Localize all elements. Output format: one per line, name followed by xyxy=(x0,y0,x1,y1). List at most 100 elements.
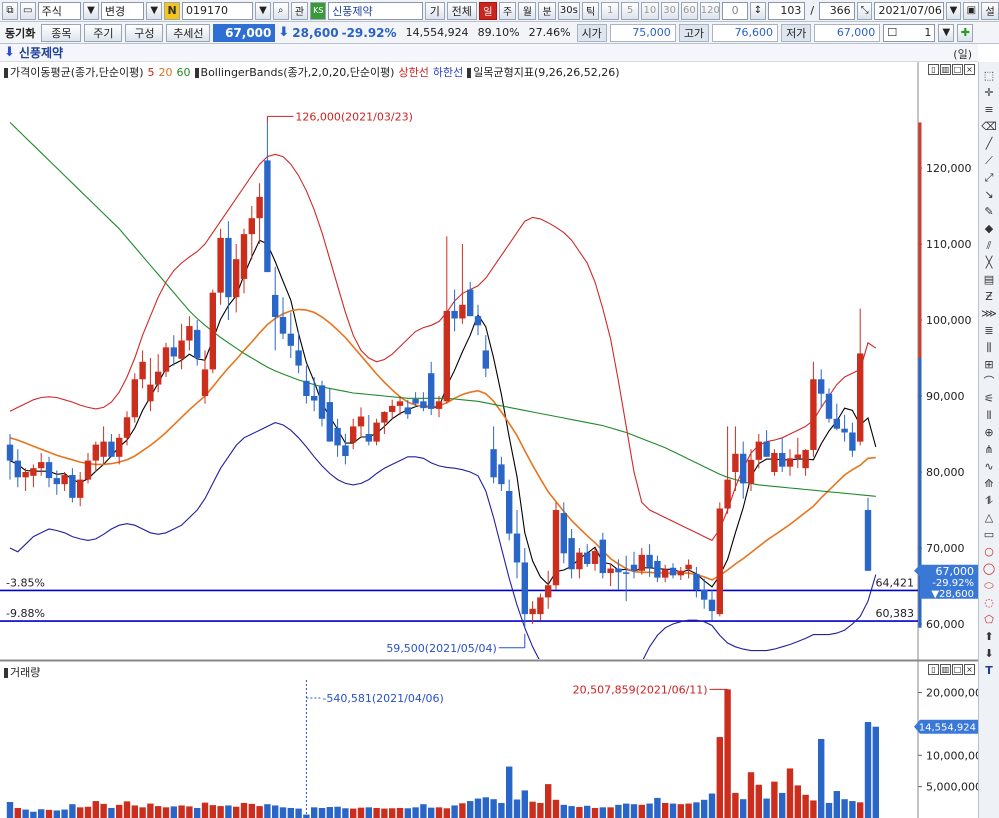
ma60-legend[interactable]: 60 xyxy=(177,66,191,79)
ma5-legend[interactable]: 5 xyxy=(148,66,155,79)
wave-icon[interactable]: ∿ xyxy=(981,459,997,474)
sync-label[interactable]: 동기화 xyxy=(2,25,38,41)
fibonacci-icon[interactable]: ⋙ xyxy=(981,306,997,321)
zoom-icon[interactable]: ⤡ xyxy=(856,1,873,20)
rectangle-icon[interactable]: ▤ xyxy=(981,272,997,287)
pane-split-icon[interactable]: ▥ xyxy=(940,64,951,75)
zigzag-icon[interactable]: Ƶ xyxy=(981,289,997,304)
eraser-icon[interactable]: ⌫ xyxy=(981,119,997,134)
pane-close-icon[interactable]: × xyxy=(964,64,975,75)
bb-legend[interactable]: BollingerBands(종가,2,0,20,단순이평) xyxy=(194,64,394,80)
ma20-legend[interactable]: 20 xyxy=(159,66,173,79)
checkbox-icon[interactable]: ☐ xyxy=(887,26,897,39)
add-icon[interactable]: ✚ xyxy=(957,23,974,42)
gi-button[interactable]: 기 xyxy=(424,1,445,20)
settings-button[interactable]: 설 xyxy=(981,1,999,20)
period-week[interactable]: 주 xyxy=(498,1,517,20)
round-icon[interactable]: ◌ xyxy=(981,595,997,610)
channel-icon[interactable]: ╳ xyxy=(981,255,997,270)
fib-retracement-icon[interactable]: ≣ xyxy=(981,323,997,338)
change-select[interactable]: 변경 xyxy=(100,1,145,20)
candle-body xyxy=(693,573,700,590)
period-day[interactable]: 일 xyxy=(478,1,497,20)
minute-60[interactable]: 60 xyxy=(680,1,699,20)
fib-fan-icon[interactable]: ⫼ xyxy=(981,340,997,355)
window-menu-icon[interactable]: ⧉ xyxy=(2,1,18,20)
oval-icon[interactable]: ⬭ xyxy=(981,578,997,593)
date-input[interactable]: 2021/07/06 xyxy=(874,1,944,20)
andrews-icon[interactable]: ⋔ xyxy=(981,442,997,457)
save-icon[interactable]: ▣ xyxy=(963,1,980,20)
parallel-icon[interactable]: ⫽ xyxy=(981,238,997,253)
pane-close-icon[interactable]: × xyxy=(964,664,975,675)
price-chart[interactable]: 60,000 70,000 80,000 90,000 100,000 110,000 12… xyxy=(0,62,978,818)
rect-draw-icon[interactable]: ▭ xyxy=(981,527,997,542)
period-tick[interactable]: 틱 xyxy=(581,1,600,20)
projection-icon[interactable]: ⟰ xyxy=(981,476,997,491)
polygon-icon[interactable]: ⬠ xyxy=(981,612,997,627)
bb-lower-legend[interactable]: 하한선 xyxy=(433,64,463,80)
stock-name-field[interactable]: 신풍제약 xyxy=(328,1,423,20)
period-30s[interactable]: 30s xyxy=(557,1,580,20)
interval-spin-icon[interactable]: ↕ xyxy=(750,1,766,20)
spin-field[interactable]: ☐ 1 xyxy=(883,23,936,42)
arrow-line-icon[interactable]: ↘ xyxy=(981,187,997,202)
ma-legend[interactable]: 가격이동평균(종가,단순이평) xyxy=(4,64,144,80)
interval-input[interactable]: 0 xyxy=(722,1,749,20)
cycle-button[interactable]: 주기 xyxy=(84,23,123,42)
date-dropdown-icon[interactable]: ▼ xyxy=(945,1,962,20)
gann-icon[interactable]: ⊞ xyxy=(981,357,997,372)
all-button[interactable]: 전체 xyxy=(446,1,477,20)
period-month[interactable]: 월 xyxy=(518,1,537,20)
new-badge[interactable]: N xyxy=(164,1,180,20)
trendline-button[interactable]: 추세선 xyxy=(166,23,211,42)
market-dropdown-icon[interactable]: ▼ xyxy=(83,1,99,20)
down-arrow-icon[interactable]: ⬇ xyxy=(981,646,997,661)
grid-icon[interactable]: ⊕ xyxy=(981,425,997,440)
pencil-icon[interactable]: ✎ xyxy=(981,204,997,219)
volume-legend[interactable]: 거래량 xyxy=(4,664,40,680)
pane-split-icon[interactable]: ▥ xyxy=(940,664,951,675)
display-count-input[interactable]: 103 xyxy=(767,1,806,20)
minute-1[interactable]: 1 xyxy=(601,1,620,20)
change-dropdown-icon[interactable]: ▼ xyxy=(146,1,163,20)
text-icon[interactable]: T xyxy=(981,663,997,678)
minute-120[interactable]: 120 xyxy=(700,1,721,20)
period-minute[interactable]: 분 xyxy=(538,1,556,20)
crosshair-icon[interactable]: ✛ xyxy=(981,85,997,100)
marker-icon[interactable]: ◆ xyxy=(981,221,997,236)
item-button[interactable]: 종목 xyxy=(41,23,82,42)
speed-line-icon[interactable]: ⚟ xyxy=(981,391,997,406)
stock-code-input[interactable]: 019170 xyxy=(181,1,254,20)
market-select[interactable]: 주식 xyxy=(37,1,82,20)
trendline-icon[interactable]: ╱ xyxy=(981,136,997,151)
spin-dropdown-icon[interactable]: ▼ xyxy=(938,23,955,42)
ray-icon[interactable]: ⟋ xyxy=(981,153,997,168)
regression-icon[interactable]: ⥮ xyxy=(981,493,997,508)
pane-maximize-icon[interactable]: □ xyxy=(952,64,963,75)
ichimoku-legend[interactable]: 일목균형지표(9,26,26,52,26) xyxy=(467,64,620,80)
minute-10[interactable]: 10 xyxy=(640,1,659,20)
extended-line-icon[interactable]: ⤢ xyxy=(981,170,997,185)
volume-bar xyxy=(14,807,21,818)
code-dropdown-icon[interactable]: ▼ xyxy=(255,1,271,20)
triangle-icon[interactable]: △ xyxy=(981,510,997,525)
layout-button[interactable]: 구성 xyxy=(125,23,164,42)
cycle-line-icon[interactable]: ⦀ xyxy=(981,408,997,423)
arc-icon[interactable]: ⌒ xyxy=(981,374,997,389)
minute-5[interactable]: 5 xyxy=(621,1,639,20)
kwan-button[interactable]: 관 xyxy=(290,1,309,20)
pane-menu-icon[interactable]: ▯ xyxy=(928,664,939,675)
circle-icon[interactable]: ○ xyxy=(981,544,997,559)
up-arrow-icon[interactable]: ⬆ xyxy=(981,629,997,644)
pane-menu-icon[interactable]: ▯ xyxy=(928,64,939,75)
all-icon[interactable]: ≡ xyxy=(981,102,997,117)
minute-30[interactable]: 30 xyxy=(660,1,679,20)
monitor-icon[interactable]: ▭ xyxy=(19,1,36,20)
bb-upper-legend[interactable]: 상한선 xyxy=(398,64,428,80)
candle-body xyxy=(771,453,778,472)
ellipse-icon[interactable]: ◯ xyxy=(981,561,997,576)
cursor-icon[interactable]: ⬚ xyxy=(981,68,997,83)
search-icon[interactable]: ⌕ xyxy=(272,1,289,20)
pane-maximize-icon[interactable]: □ xyxy=(952,664,963,675)
